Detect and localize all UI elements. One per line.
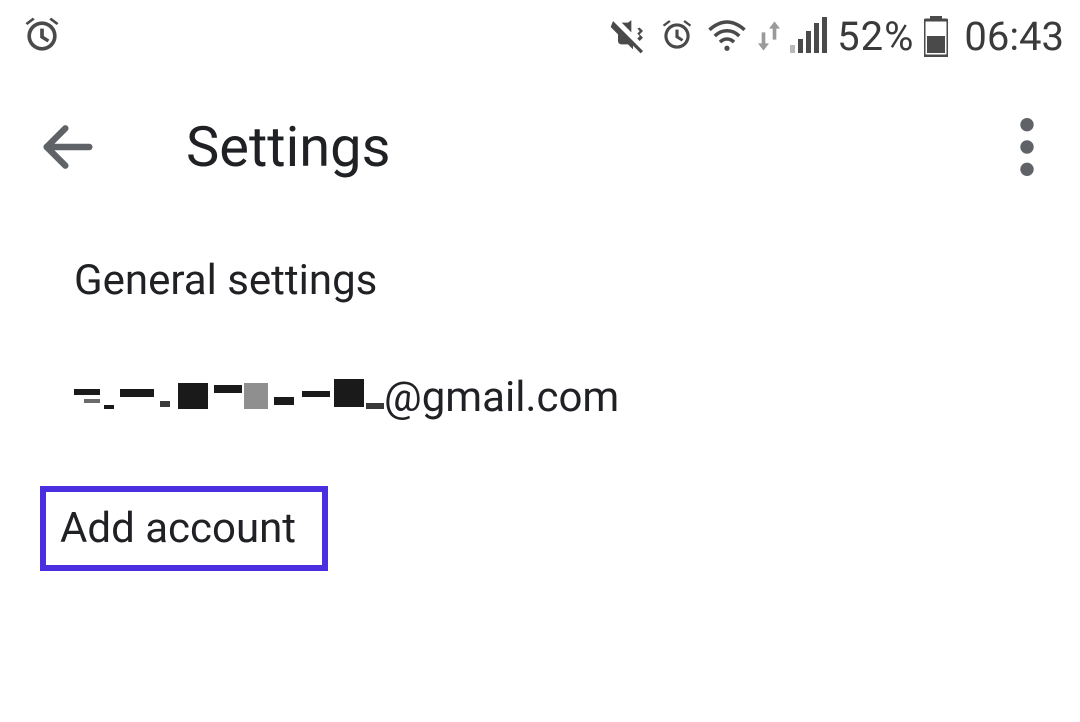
redacted-email-local xyxy=(74,375,384,421)
status-time: 06:43 xyxy=(964,13,1064,60)
data-arrows-icon xyxy=(758,21,780,51)
alarm-small-icon xyxy=(658,17,696,55)
add-account-label: Add account xyxy=(60,504,296,553)
general-settings-row[interactable]: General settings xyxy=(0,222,1080,339)
arrow-left-icon xyxy=(36,115,100,179)
back-button[interactable] xyxy=(36,115,122,179)
account-row[interactable]: @gmail.com xyxy=(0,339,1080,456)
add-account-row[interactable]: Add account xyxy=(0,456,1080,571)
general-settings-label: General settings xyxy=(74,256,377,305)
settings-list: General settings @gmail.com xyxy=(0,222,1080,571)
battery-icon xyxy=(924,15,948,57)
signal-icon xyxy=(790,19,827,53)
alarm-icon xyxy=(20,14,64,58)
status-bar: 52% 06:43 xyxy=(0,0,1080,72)
overflow-menu-button[interactable] xyxy=(994,118,1060,176)
vibrate-mute-icon xyxy=(608,16,648,56)
account-email-domain: @gmail.com xyxy=(384,373,619,422)
page-title: Settings xyxy=(186,114,390,180)
more-vert-icon xyxy=(1020,118,1034,176)
add-account-highlight: Add account xyxy=(40,486,328,571)
battery-percent: 52% xyxy=(837,13,914,60)
wifi-icon xyxy=(706,15,748,57)
app-bar: Settings xyxy=(0,72,1080,222)
